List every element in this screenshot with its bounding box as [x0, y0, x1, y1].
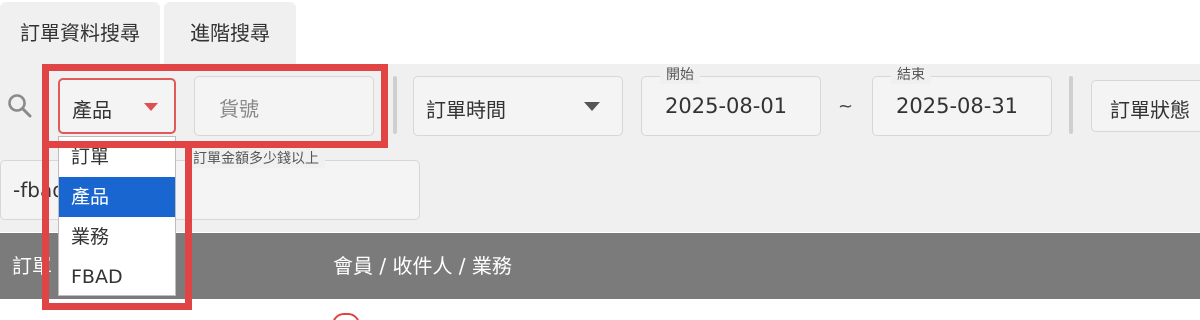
highlight-frame	[42, 64, 388, 148]
tab-advanced-search[interactable]: 進階搜尋	[164, 2, 296, 64]
order-amount-label: 訂單金額多少錢以上	[187, 150, 325, 168]
date-range-separator: ~	[838, 96, 854, 117]
order-status-value: 訂單狀態	[1110, 98, 1190, 122]
time-field-select[interactable]: 訂單時間	[413, 76, 623, 136]
order-status-select[interactable]: 訂單狀態	[1091, 80, 1200, 132]
status-badge	[332, 313, 360, 320]
tab-bar: 訂單資料搜尋 進階搜尋	[0, 0, 1200, 66]
column-header-member: 會員 / 收件人 / 業務	[333, 254, 512, 278]
start-date-label: 開始	[660, 66, 700, 84]
end-date-label: 結束	[891, 66, 931, 84]
search-icon	[8, 94, 32, 118]
tab-order-search[interactable]: 訂單資料搜尋	[0, 2, 160, 64]
start-date-input[interactable]: 開始 2025-08-01	[641, 66, 821, 136]
start-date-value: 2025-08-01	[665, 94, 788, 118]
end-date-value: 2025-08-31	[896, 94, 1019, 118]
caret-down-icon	[584, 102, 600, 111]
highlight-frame	[42, 141, 192, 310]
end-date-input[interactable]: 結束 2025-08-31	[872, 66, 1052, 136]
divider	[1069, 76, 1073, 134]
divider	[393, 76, 397, 134]
time-field-value: 訂單時間	[426, 98, 506, 122]
